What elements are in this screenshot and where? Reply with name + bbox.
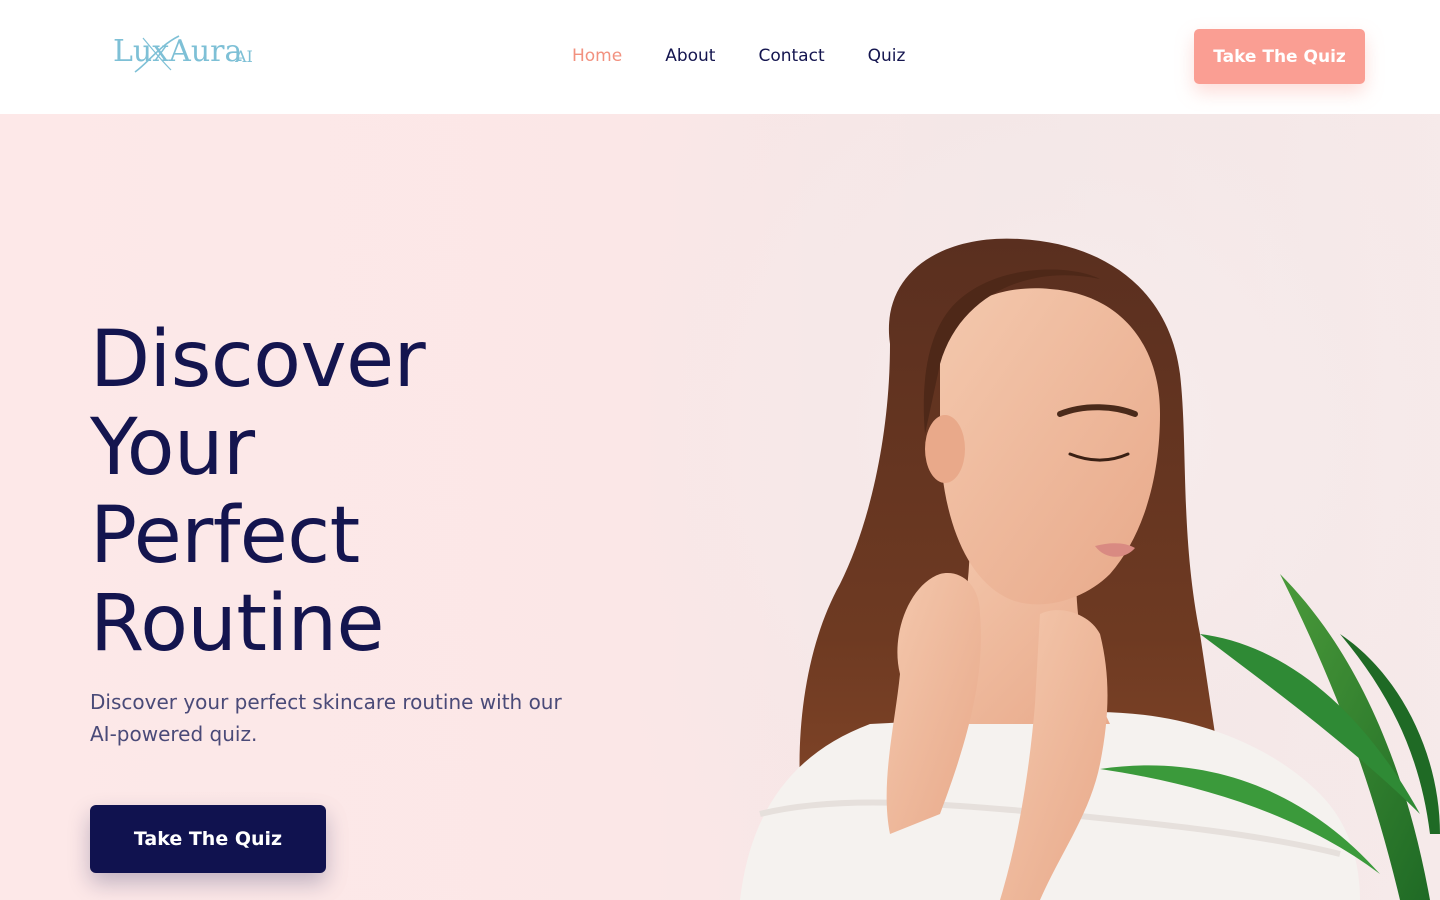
nav-about-link[interactable]: About [665,44,715,68]
main-nav: Home About Contact Quiz [572,44,905,68]
hero-woman-photo [640,114,1440,900]
hero-title-line: Your [90,403,255,493]
luxaura-logo-icon: LuxAura AI [113,34,253,73]
hero-title-line: Perfect [90,491,360,581]
nav-home-link[interactable]: Home [572,44,622,68]
hero-subtitle: Discover your perfect skincare routine w… [90,690,562,746]
svg-text:LuxAura: LuxAura [113,34,242,69]
nav-contact-link[interactable]: Contact [758,44,824,68]
hero-section: Discover Your Perfect Routine Discover y… [0,114,1440,900]
site-header: LuxAura AI Home About Contact Quiz Take … [0,0,1440,114]
hero-take-quiz-button[interactable]: Take The Quiz [90,805,326,873]
svg-text:AI: AI [234,47,253,66]
nav-quiz-link[interactable]: Quiz [868,44,906,68]
header-take-quiz-button[interactable]: Take The Quiz [1194,29,1365,84]
brand-logo[interactable]: LuxAura AI [113,28,263,82]
hero-title-line: Discover [90,315,426,405]
hero-title: Discover Your Perfect Routine [90,316,650,668]
hero-title-line: Routine [90,579,385,669]
